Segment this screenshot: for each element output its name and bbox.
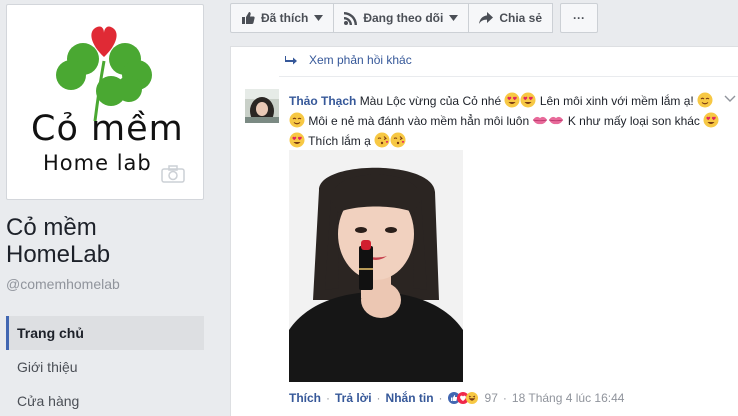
heart-eyes-emoji	[504, 92, 520, 108]
comment-timestamp[interactable]: 18 Tháng 4 lúc 16:44	[512, 391, 625, 405]
comment-author[interactable]: Thảo Thạch	[289, 94, 356, 108]
page-action-bar: Đã thích Đang theo dõi Chia sẻ ···	[230, 3, 599, 33]
nav-item-about[interactable]: Giới thiệu	[6, 350, 204, 384]
following-button[interactable]: Đang theo dõi	[333, 3, 470, 33]
thumbs-up-icon	[241, 11, 255, 25]
logo-title: Cỏ mềm	[31, 109, 184, 149]
chevron-down-icon[interactable]	[724, 95, 736, 103]
kiss-face-emoji	[390, 132, 406, 148]
heart-eyes-emoji	[703, 112, 719, 128]
share-label: Chia sẻ	[499, 11, 543, 25]
haha-reaction-icon	[465, 392, 478, 404]
logo-subtitle: Home lab	[43, 151, 152, 175]
heart-eyes-emoji	[289, 132, 305, 148]
reaction-count: 97	[484, 391, 498, 405]
logo: Cỏ mềm Home lab	[11, 9, 199, 197]
more-replies-label: Xem phản hồi khác	[309, 53, 412, 67]
page-title-line2: HomeLab	[6, 241, 111, 268]
page-title-line1: Cỏ mềm	[6, 214, 97, 241]
comment-text-1: Màu Lộc vừng của Cỏ nhé	[359, 94, 502, 108]
comment-thread: Xem phản hồi khác Thảo Thạch Màu Lộc vừn…	[230, 46, 738, 416]
reply-arrow-icon	[285, 55, 297, 64]
comment-text-2: Lên môi xinh với mềm lắm ạ!	[539, 94, 694, 108]
page-title[interactable]: Cỏ mềm HomeLab	[6, 214, 206, 268]
kiss-face-emoji	[374, 132, 390, 148]
heart-eyes-emoji	[520, 92, 536, 108]
avatar[interactable]	[245, 89, 279, 123]
divider	[279, 76, 738, 77]
separator: ·	[326, 391, 330, 405]
separator: ·	[376, 391, 381, 405]
reply-link[interactable]: Trả lời	[335, 391, 372, 405]
page-handle[interactable]: @comemhomelab	[6, 276, 120, 292]
comment-actions: Thích · Trả lời · Nhắn tin · 97 · 18 Thá…	[289, 391, 624, 405]
liked-label: Đã thích	[261, 11, 309, 25]
rss-icon	[344, 11, 358, 25]
reaction-summary[interactable]	[447, 392, 478, 404]
comment-text-5: Thích lắm ạ	[308, 134, 371, 148]
kiss-lips-emoji	[549, 116, 564, 125]
comment-text-4: K như mấy loại son khác	[567, 114, 700, 128]
page-sidebar: Cỏ mềm Home lab Cỏ mềm HomeLab @comemhom…	[0, 0, 216, 416]
page-nav: Trang chủ Giới thiệu Cửa hàng	[6, 316, 204, 416]
nav-item-shop[interactable]: Cửa hàng	[6, 384, 204, 416]
separator: ·	[438, 391, 443, 405]
like-link[interactable]: Thích	[289, 391, 321, 405]
view-more-replies-link[interactable]: Xem phản hồi khác	[285, 53, 412, 67]
comment-text-3: Môi e nẻ mà đánh vào mềm hẳn môi luôn	[308, 114, 530, 128]
kiss-lips-emoji	[533, 116, 548, 125]
comment-photo[interactable]	[289, 150, 463, 382]
more-options-button[interactable]: ···	[560, 3, 599, 33]
separator: ·	[502, 391, 507, 405]
caret-down-icon	[314, 15, 324, 21]
camera-icon[interactable]	[161, 165, 185, 183]
smiling-emoji	[697, 92, 713, 108]
message-link[interactable]: Nhắn tin	[386, 391, 434, 405]
comment-body: Thảo Thạch Màu Lộc vừng của Cỏ nhé Lên m…	[289, 91, 725, 151]
profile-picture[interactable]: Cỏ mềm Home lab	[6, 4, 204, 200]
smiling-emoji	[289, 112, 305, 128]
following-label: Đang theo dõi	[363, 11, 444, 25]
nav-item-home[interactable]: Trang chủ	[6, 316, 204, 350]
share-arrow-icon	[479, 12, 494, 24]
liked-button[interactable]: Đã thích	[230, 3, 335, 33]
caret-down-icon	[449, 15, 459, 21]
share-button[interactable]: Chia sẻ	[468, 3, 554, 33]
